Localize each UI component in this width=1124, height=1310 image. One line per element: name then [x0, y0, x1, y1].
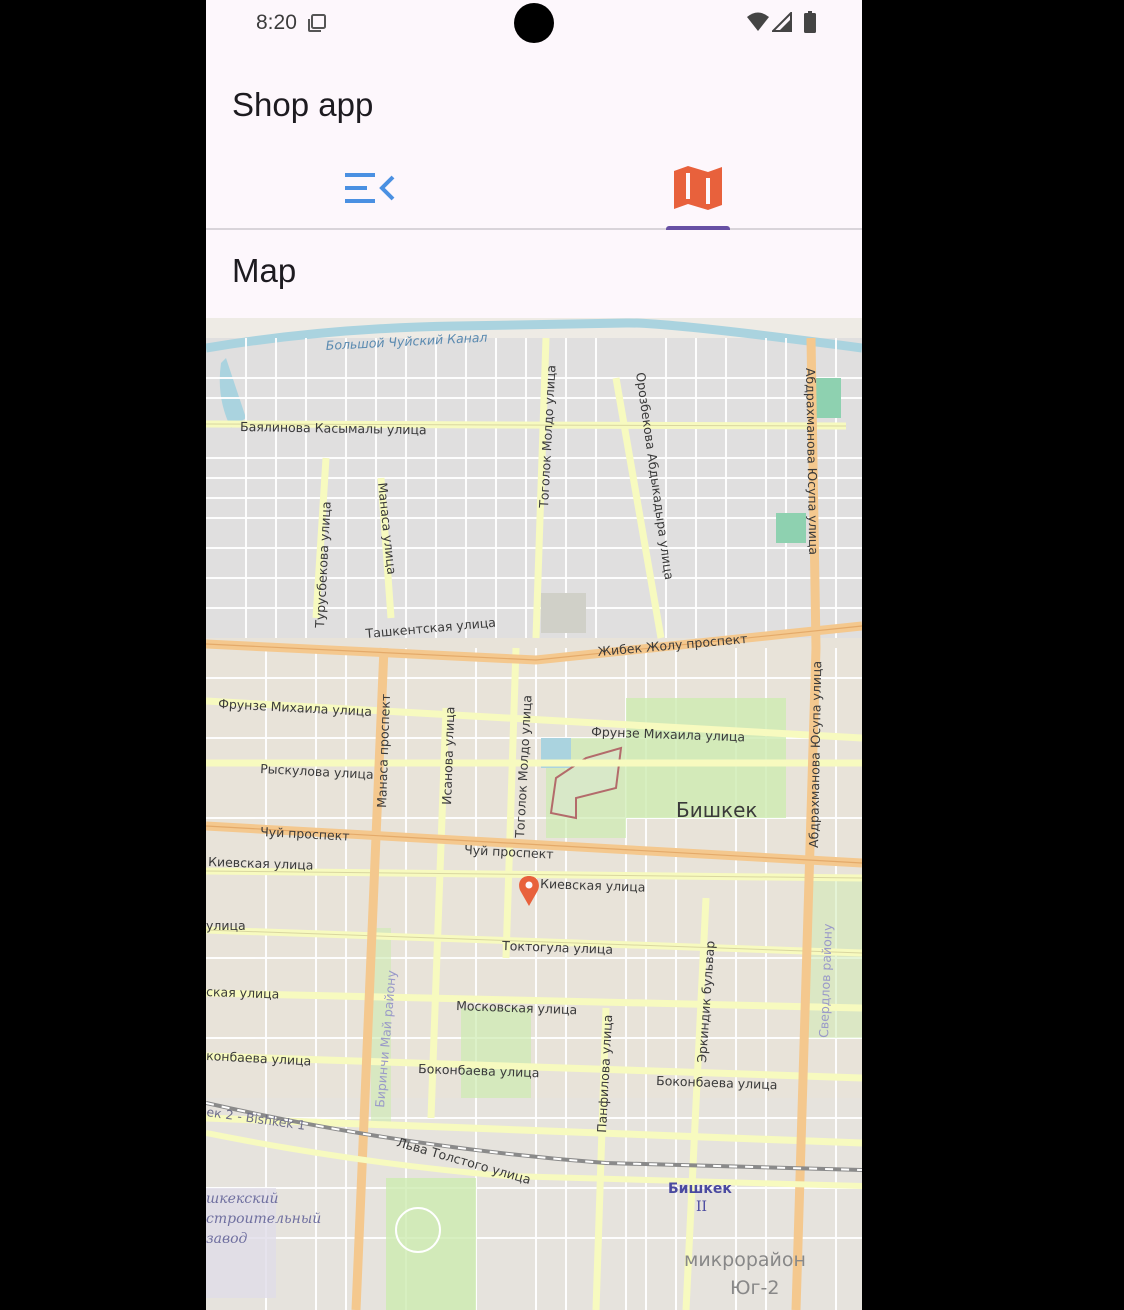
- label-station-num: II: [696, 1199, 707, 1215]
- menu-open-icon: [345, 173, 395, 203]
- phone-screen: 8:20 Shop app Map Большой Чуйский Канал …: [206, 0, 862, 1310]
- wifi-icon: [747, 12, 769, 31]
- map-icon: [674, 166, 722, 210]
- tab-indicator: [666, 226, 730, 230]
- tab-map[interactable]: [534, 146, 862, 230]
- label-factory-3: завод: [206, 1231, 248, 1247]
- label-factory-2: строительный: [206, 1211, 321, 1227]
- label-district-1: микрорайон: [684, 1249, 806, 1271]
- front-camera: [514, 3, 554, 43]
- app-title: Shop app: [232, 86, 374, 123]
- label-city: Бишкек: [676, 798, 757, 822]
- tab-list[interactable]: [206, 146, 534, 228]
- section-title: Map: [232, 252, 297, 289]
- battery-icon: [804, 11, 816, 33]
- status-time: 8:20: [256, 11, 297, 34]
- screenshot-notification-icon: [308, 14, 326, 32]
- tab-bar: [206, 146, 862, 230]
- label-factory-1: шкекский: [206, 1191, 279, 1207]
- label-moskovskaya-west: ская улица: [206, 984, 280, 1002]
- label-district-2: Юг-2: [730, 1277, 779, 1299]
- signal-icon: [772, 12, 792, 32]
- status-bar: 8:20: [206, 0, 862, 46]
- map-view[interactable]: Большой Чуйский Канал Баялинова Касымалы…: [206, 318, 862, 1310]
- label-ulica: улица: [206, 918, 246, 933]
- map-canvas: Большой Чуйский Канал Баялинова Касымалы…: [206, 318, 862, 1310]
- label-station: Бишкек: [668, 1181, 732, 1197]
